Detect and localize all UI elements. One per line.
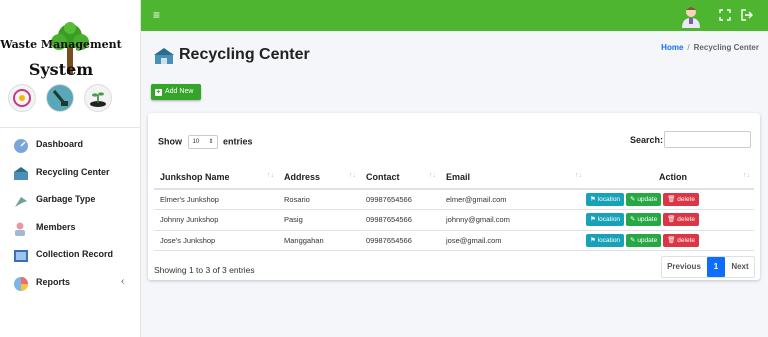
menu-toggle-icon[interactable]: ≡ [153,8,160,22]
breadcrumb-home-link[interactable]: Home [661,43,683,52]
cell-email: johnny@gmail.com [440,209,586,231]
dashboard-icon [14,139,28,153]
cell-contact: 09987654566 [360,230,440,251]
cell-name: Johnny Junkshop [154,209,278,231]
column-header-email[interactable]: Email ↑↓ [440,165,586,190]
delete-button[interactable]: 🗑 delete [663,233,699,247]
sidebar-item-reports[interactable]: Reports ‹ [0,272,141,300]
sort-icon: ↑↓ [267,172,274,179]
sidebar-menu: Dashboard Recycling Center Garbage Type … [0,134,141,299]
collection-record-icon [14,250,28,262]
sidebar-item-recycling-center[interactable]: Recycling Center [0,162,141,190]
brand-subtitle: System [28,60,94,79]
sprout-badge-icon [84,84,112,112]
breadcrumb-current: Recycling Center [693,43,759,52]
recycling-center-icon [14,166,28,180]
sidebar-item-members[interactable]: Members [0,217,141,245]
search-input[interactable] [664,131,751,148]
cell-name: Elmer's Junkshop [154,189,278,210]
recycling-center-icon [154,48,174,64]
table-info: Showing 1 to 3 of 3 entries [154,265,255,275]
reports-icon [14,276,28,291]
pagination-page-1[interactable]: 1 [707,257,725,277]
brand: Waste Management System [0,0,141,128]
location-button[interactable]: ⚑ location [586,213,625,227]
user-avatar-icon[interactable] [679,4,703,28]
data-table-card: Show 10 ⇕ entries Search: Junkshop Name ↑↓… [148,113,760,280]
pagination: Previous 1 Next [661,256,755,278]
breadcrumb: Home / Recycling Center [661,43,759,52]
sort-icon: ↑↓ [429,172,436,179]
column-header-contact[interactable]: Contact ↑↓ [360,165,440,190]
logout-icon[interactable] [741,9,753,21]
select-arrows-icon: ⇕ [208,139,214,145]
pagination-previous[interactable]: Previous [662,257,706,277]
plus-icon: + [155,89,162,96]
fullscreen-icon[interactable] [719,9,731,21]
brand-icons [8,84,118,112]
table-row: Johnny Junkshop Pasig 09987654566 johnny… [154,209,754,231]
sidebar-item-label: Garbage Type [36,194,96,204]
search-label: Search: [630,135,664,145]
sidebar-item-dashboard[interactable]: Dashboard [0,134,141,162]
sidebar-item-label: Reports [36,276,71,287]
sort-icon: ↑↓ [575,172,582,179]
cell-email: jose@gmail.com [440,230,586,251]
pagination-next[interactable]: Next [726,257,754,277]
delete-button[interactable]: 🗑 delete [663,193,699,206]
cell-address: Pasig [278,209,360,231]
cell-actions: ⚑ location ✎ update 🗑 delete [586,189,754,210]
sidebar: Waste Management System Dashboard Recycl… [0,0,141,337]
page-title: Recycling Center [179,46,310,63]
cell-contact: 09987654566 [360,209,440,231]
brand-title: Waste Management [0,38,122,51]
table-row: Jose's Junkshop Manggahan 09987654566 jo… [154,230,754,251]
table-row: Elmer's Junkshop Rosario 09987654566 elm… [154,189,754,210]
table-header-row: Junkshop Name ↑↓ Address ↑↓ Contact ↑↓ Emai… [154,165,754,190]
add-new-label: Add New [165,88,194,95]
cell-address: Rosario [278,189,360,210]
sidebar-item-collection-record[interactable]: Collection Record [0,244,141,272]
cell-email: elmer@gmail.com [440,189,586,210]
sort-icon: ↑↓ [349,172,356,179]
sidebar-item-garbage-type[interactable]: Garbage Type [0,189,141,217]
topbar: ≡ [141,0,768,31]
update-button[interactable]: ✎ update [626,213,662,227]
location-button[interactable]: ⚑ location [586,233,625,247]
delete-button[interactable]: 🗑 delete [663,213,699,227]
shovel-badge-icon [46,84,74,112]
column-header-junkshop-name[interactable]: Junkshop Name ↑↓ [154,165,278,190]
sidebar-item-label: Members [36,221,76,232]
cell-contact: 09987654566 [360,189,440,210]
update-button[interactable]: ✎ update [626,193,662,206]
column-header-address[interactable]: Address ↑↓ [278,165,360,190]
cell-address: Manggahan [278,230,360,251]
location-button[interactable]: ⚑ location [586,193,625,206]
update-button[interactable]: ✎ update [626,233,662,247]
entries-value: 10 [192,139,200,145]
show-label: Show [158,136,182,147]
cell-name: Jose's Junkshop [154,230,278,251]
chevron-left-icon: ‹ [121,275,125,287]
cell-actions: ⚑ location ✎ update 🗑 delete [586,230,754,251]
column-header-action[interactable]: Action ↑↓ [586,165,754,190]
entries-select[interactable]: 10 ⇕ [187,135,218,149]
breadcrumb-separator: / [687,43,690,52]
sort-icon: ↑↓ [743,172,750,179]
sidebar-item-label: Collection Record [36,249,114,259]
junkshop-table: Junkshop Name ↑↓ Address ↑↓ Contact ↑↓ Emai… [154,165,754,251]
members-icon [15,222,25,236]
entries-label: entries [223,136,253,147]
sidebar-item-label: Recycling Center [36,166,110,177]
cell-actions: ⚑ location ✎ update 🗑 delete [586,209,754,231]
garbage-type-icon [15,197,27,207]
entries-control: Show 10 ⇕ entries [158,135,253,149]
add-new-button[interactable]: + Add New [151,84,201,100]
sidebar-item-label: Dashboard [36,139,84,149]
recycle-badge-icon [8,84,36,112]
